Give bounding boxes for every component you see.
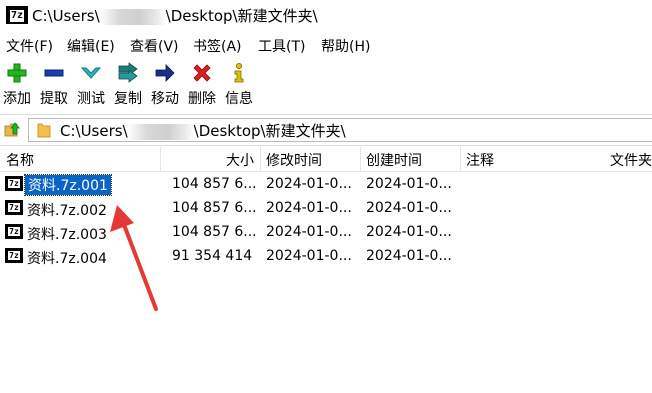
annotation-arrow: [110, 205, 158, 311]
